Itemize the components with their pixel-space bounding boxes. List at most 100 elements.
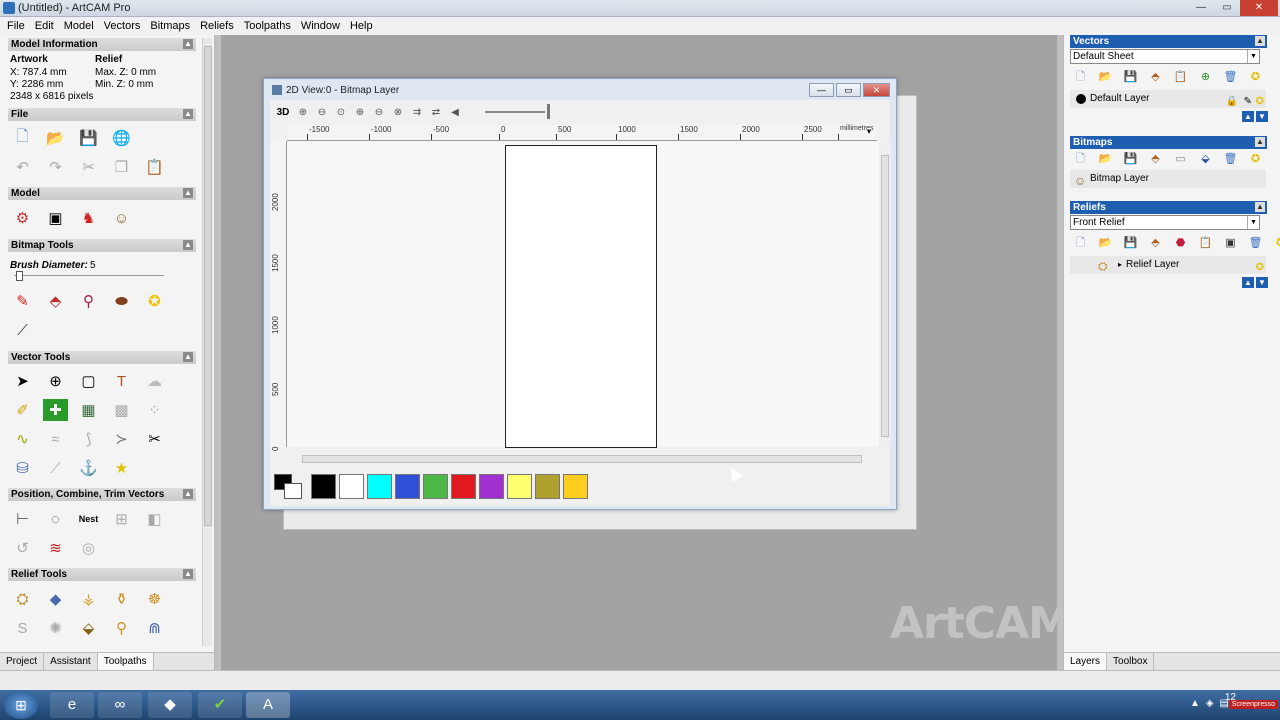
relief-merge-icon[interactable]: ⬣ xyxy=(1172,236,1189,251)
model-section-header[interactable]: Model ▲ xyxy=(8,187,196,200)
collapse-icon[interactable]: ▲ xyxy=(1255,202,1265,212)
spiral-icon[interactable]: ◎ xyxy=(76,537,101,559)
delete-relief-icon[interactable]: 🗑 xyxy=(1247,236,1264,251)
star-icon[interactable]: ★ xyxy=(109,457,134,479)
collapse-icon[interactable]: ▲ xyxy=(183,489,193,499)
zoom-selection-icon[interactable]: ⊗ xyxy=(390,105,406,120)
menu-toolpaths[interactable]: Toolpaths xyxy=(239,17,296,35)
colour-swatch[interactable] xyxy=(311,474,336,499)
bulb-icon[interactable]: ✪ xyxy=(1256,259,1264,277)
transform-icon[interactable]: ⊕ xyxy=(43,370,68,392)
shape-editor-icon[interactable]: ⛭ xyxy=(10,588,35,610)
app-shortcut-icon[interactable]: ◆ xyxy=(148,692,192,718)
tray-arrow-icon[interactable]: ▲ xyxy=(1190,698,1200,709)
tab-layers[interactable]: Layers xyxy=(1064,653,1108,670)
grid-icon[interactable]: ▩ xyxy=(109,399,134,421)
vector-sheet-select[interactable]: Default Sheet ▼ xyxy=(1070,49,1260,64)
zoom-in-icon[interactable]: ⊕ xyxy=(295,105,311,120)
relief-view-icon[interactable]: ▣ xyxy=(1222,236,1239,251)
brush-diameter-slider[interactable] xyxy=(14,275,164,276)
anchor-icon[interactable]: ⚓ xyxy=(76,457,101,479)
vector-tools-header[interactable]: Vector Tools ▲ xyxy=(8,351,196,364)
move-up-icon[interactable]: ▲ xyxy=(1242,111,1254,122)
new-layer-icon[interactable]: 🗋 xyxy=(1072,70,1089,85)
flag-pattern-icon[interactable]: ≋ xyxy=(43,537,68,559)
drawing-canvas[interactable] xyxy=(287,141,881,448)
artcam-taskbar-icon[interactable]: A xyxy=(246,692,290,718)
menu-vectors[interactable]: Vectors xyxy=(99,17,146,35)
tab-assistant[interactable]: Assistant xyxy=(44,653,98,670)
cut-icon[interactable]: ✂ xyxy=(76,156,101,178)
bitmap-tools-header[interactable]: Bitmap Tools ▲ xyxy=(8,239,196,252)
menu-file[interactable]: File xyxy=(2,17,30,35)
nesting-icon[interactable]: Nest xyxy=(76,508,101,530)
model-size-icon[interactable]: ⚙ xyxy=(10,207,35,229)
scrollbar-thumb[interactable] xyxy=(302,455,862,463)
reliefs-header[interactable]: Reliefs ▲ xyxy=(1070,201,1267,214)
arch-icon[interactable]: ⋒ xyxy=(142,617,167,639)
bitmap-colour-icon[interactable]: ✪ xyxy=(142,290,167,312)
save-as-icon[interactable]: 🌐 xyxy=(109,127,134,149)
bitmaps-header[interactable]: Bitmaps ▲ xyxy=(1070,136,1267,149)
node-scatter-icon[interactable]: ⁘ xyxy=(142,399,167,421)
move-down-icon[interactable]: ▼ xyxy=(1256,111,1268,122)
relief-light-icon[interactable]: ✪ xyxy=(1272,236,1280,251)
layer-colour-icon[interactable] xyxy=(1076,94,1086,104)
merge-layers-icon[interactable]: ⊕ xyxy=(1197,70,1214,85)
2d-view-window[interactable]: 2D View:0 - Bitmap Layer — ▭ ✕ 3D ⊕ ⊖ ⊙ … xyxy=(263,78,897,510)
collapse-icon[interactable]: ▲ xyxy=(183,109,193,119)
colour-swatch[interactable] xyxy=(423,474,448,499)
view-close-button[interactable]: ✕ xyxy=(863,83,890,97)
expand-arrow-icon[interactable]: ▸ xyxy=(1118,256,1122,274)
fill-bucket-icon[interactable]: ⬘ xyxy=(43,290,68,312)
paint-pen-icon[interactable]: ✎ xyxy=(10,290,35,312)
spring-icon[interactable]: ⟋ xyxy=(43,457,68,479)
restore-button[interactable]: ▭ xyxy=(1214,0,1240,16)
wrap-icon[interactable]: ↺ xyxy=(10,537,35,559)
smooth-relief-icon[interactable]: ⬙ xyxy=(76,617,101,639)
colour-swatch[interactable] xyxy=(535,474,560,499)
copy-icon[interactable]: ❐ xyxy=(109,156,134,178)
tab-toolpaths[interactable]: Toolpaths xyxy=(97,653,154,670)
weld-icon[interactable]: ◧ xyxy=(142,508,167,530)
collapse-icon[interactable]: ▲ xyxy=(1255,36,1265,46)
offset-curve-icon[interactable]: ⟆ xyxy=(76,428,101,450)
open-bitmap-icon[interactable]: 📂 xyxy=(1097,152,1114,167)
layer-tool-icon[interactable]: ⬘ xyxy=(1147,70,1164,85)
bitmap-light-icon[interactable]: ✪ xyxy=(1247,152,1264,167)
join-vectors-icon[interactable]: ≻ xyxy=(109,428,134,450)
delete-layer-icon[interactable]: 🗑 xyxy=(1222,70,1239,85)
extrude-icon[interactable]: ⚶ xyxy=(76,588,101,610)
two-rail-icon[interactable]: ⚲ xyxy=(109,617,134,639)
save-bitmap-icon[interactable]: 💾 xyxy=(1122,152,1139,167)
tray-app-icon[interactable]: ◈ xyxy=(1206,698,1214,709)
model-information-header[interactable]: Model Information ▲ xyxy=(8,38,196,51)
zoom-out-icon[interactable]: ⊖ xyxy=(314,105,330,120)
blend-slider-track[interactable] xyxy=(485,111,545,113)
select-pointer-icon[interactable]: ➤ xyxy=(10,370,35,392)
colour-swatch[interactable] xyxy=(563,474,588,499)
new-bitmap-layer-icon[interactable]: 🗋 xyxy=(1072,152,1089,167)
start-button[interactable]: ⊞ xyxy=(4,691,38,719)
save-layer-icon[interactable]: 💾 xyxy=(1122,70,1139,85)
cut-vector-icon[interactable]: ✂ xyxy=(142,428,167,450)
move-up-icon[interactable]: ▲ xyxy=(1242,277,1254,288)
turn-icon[interactable]: ☸ xyxy=(142,588,167,610)
scrollbar-thumb[interactable] xyxy=(881,155,889,437)
texture-icon[interactable]: ✺ xyxy=(43,617,68,639)
paste-icon[interactable]: 📋 xyxy=(142,156,167,178)
cylinder-icon[interactable]: ⛁ xyxy=(10,457,35,479)
collapse-icon[interactable]: ▲ xyxy=(183,188,193,198)
colour-swatch[interactable] xyxy=(451,474,476,499)
colour-swatch[interactable] xyxy=(507,474,532,499)
menu-window[interactable]: Window xyxy=(296,17,345,35)
layer-light-icon[interactable]: ✪ xyxy=(1247,70,1264,85)
colour-swatch[interactable] xyxy=(395,474,420,499)
save-relief-icon[interactable]: 💾 xyxy=(1122,236,1139,251)
menu-edit[interactable]: Edit xyxy=(30,17,59,35)
view-minimize-button[interactable]: — xyxy=(809,83,834,97)
relief-layer-row[interactable]: ⛭ ▸ Relief Layer ✪ xyxy=(1070,256,1266,274)
current-colours-swatch[interactable] xyxy=(274,474,308,499)
new-model-icon[interactable]: 🗋 xyxy=(10,127,35,149)
view-restore-button[interactable]: ▭ xyxy=(836,83,861,97)
